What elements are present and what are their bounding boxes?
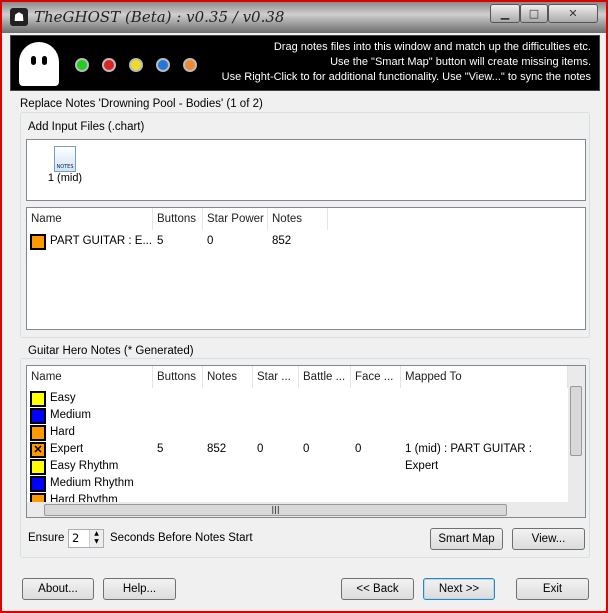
exit-button[interactable]: Exit [516, 578, 589, 600]
color-swatch[interactable] [30, 493, 46, 502]
color-swatch[interactable] [30, 459, 46, 475]
color-swatch[interactable] [30, 391, 46, 407]
ghost-logo-icon [19, 42, 59, 86]
instruction-line: Drag notes files into this window and ma… [273, 41, 591, 53]
color-swatch [30, 234, 46, 250]
cell-name: Easy Rhythm [50, 460, 119, 472]
help-button[interactable]: Help... [103, 578, 176, 600]
instructions: Drag notes files into this window and ma… [222, 40, 591, 85]
input-files-title: Add Input Files (.chart) [28, 121, 145, 133]
colored-fret-dot-icon [102, 58, 116, 72]
vertical-scrollbar[interactable] [568, 366, 585, 502]
cell-battle: 0 [303, 443, 310, 455]
column-header[interactable]: Star ... [253, 366, 299, 388]
cell-name: Expert [50, 443, 84, 455]
cell-star: 0 [257, 443, 264, 455]
file-label: 1 (mid) [47, 172, 83, 184]
input-tracks-table: Name Buttons Star Power Notes PART GUITA… [26, 207, 586, 330]
column-header[interactable]: Name [27, 366, 153, 388]
seconds-stepper[interactable]: 2 ▲ ▼ [68, 529, 104, 548]
close-button[interactable]: ✕ [548, 4, 598, 23]
column-header-notes[interactable]: Notes [268, 208, 328, 230]
scrollbar-thumb[interactable]: ||| [44, 504, 507, 516]
main-window: ☗ TheGHOST (Beta) : v0.35 / v0.38 ▁ □ ✕ … [0, 0, 608, 613]
cell-name: Hard Rhythm [50, 494, 118, 502]
cell-face: 0 [355, 443, 362, 455]
table-row[interactable]: Medium [27, 407, 567, 424]
spin-arrows-icon[interactable]: ▲ ▼ [89, 530, 103, 547]
horizontal-scrollbar[interactable]: ||| [27, 502, 585, 517]
view-button[interactable]: View... [512, 528, 585, 550]
colored-fret-dot-icon [183, 58, 197, 72]
minimize-button[interactable]: ▁ [490, 4, 520, 23]
track-buttons: 5 [157, 235, 164, 247]
column-header-name[interactable]: Name [27, 208, 153, 230]
track-name: PART GUITAR : E... [50, 235, 153, 247]
title-bar[interactable]: ☗ TheGHOST (Beta) : v0.35 / v0.38 ▁ □ ✕ [2, 2, 606, 33]
column-header-buttons[interactable]: Buttons [153, 208, 203, 230]
gh-notes-table: Name Buttons Notes Star ... Battle ... Face .… [26, 365, 586, 518]
color-swatch[interactable]: ✕ [30, 442, 46, 458]
track-notes: 852 [272, 235, 292, 247]
table-row[interactable]: Easy Rhythm [27, 458, 567, 475]
back-button[interactable]: << Back [341, 578, 414, 600]
cell-name: Medium [50, 409, 91, 421]
color-swatch[interactable] [30, 408, 46, 424]
scrollbar-thumb[interactable] [570, 386, 582, 456]
ensure-label: Ensure [28, 532, 65, 544]
about-button[interactable]: About... [22, 578, 94, 600]
file-item[interactable]: NOTES 1 (mid) [47, 146, 83, 184]
column-header[interactable]: Battle ... [299, 366, 351, 388]
colored-fret-dot-icon [75, 58, 89, 72]
cell-name: Hard [50, 426, 75, 438]
color-swatch[interactable] [30, 476, 46, 492]
ghost-app-icon: ☗ [10, 8, 28, 26]
table-row[interactable]: Easy [27, 390, 567, 407]
smart-map-button[interactable]: Smart Map [430, 528, 503, 550]
table-row[interactable]: PART GUITAR : E... 5 0 852 [27, 233, 585, 250]
maximize-button[interactable]: □ [520, 4, 548, 23]
track-star-power: 0 [207, 235, 214, 247]
replace-notes-title: Replace Notes 'Drowning Pool - Bodies' (… [20, 98, 263, 110]
next-button[interactable]: Next >> [423, 578, 495, 600]
table-row[interactable]: ✕ Expert 5 852 0 0 0 1 (mid) : PART GUITAR : Ex… [27, 441, 567, 472]
table-row[interactable]: Medium Rhythm [27, 475, 567, 492]
column-header-star-power[interactable]: Star Power [203, 208, 268, 230]
column-header[interactable]: Mapped To [401, 366, 568, 388]
colored-fret-dot-icon [156, 58, 170, 72]
ensure-suffix: Seconds Before Notes Start [110, 532, 253, 544]
window-title: TheGHOST (Beta) : v0.35 / v0.38 [34, 8, 285, 26]
color-swatch[interactable] [30, 425, 46, 441]
cell-name: Medium Rhythm [50, 477, 134, 489]
table-row[interactable]: Hard Rhythm [27, 492, 567, 502]
column-header[interactable]: Face ... [351, 366, 401, 388]
column-header[interactable]: Buttons [153, 366, 203, 388]
colored-fret-dot-icon [129, 58, 143, 72]
instruction-line: Use Right-Click to for additional functi… [221, 71, 591, 83]
gh-notes-title: Guitar Hero Notes (* Generated) [28, 345, 194, 357]
input-files-drop-area[interactable]: NOTES 1 (mid) [26, 139, 586, 201]
seconds-value[interactable]: 2 [72, 531, 79, 545]
cell-name: Easy [50, 392, 76, 404]
header-banner: Drag notes files into this window and ma… [10, 35, 600, 91]
instruction-line: Use the "Smart Map" button will create m… [330, 56, 591, 68]
notes-file-icon: NOTES [54, 146, 76, 172]
cell-buttons: 5 [157, 443, 164, 455]
cell-notes: 852 [207, 443, 227, 455]
column-header[interactable]: Notes [203, 366, 253, 388]
table-row[interactable]: Hard [27, 424, 567, 441]
